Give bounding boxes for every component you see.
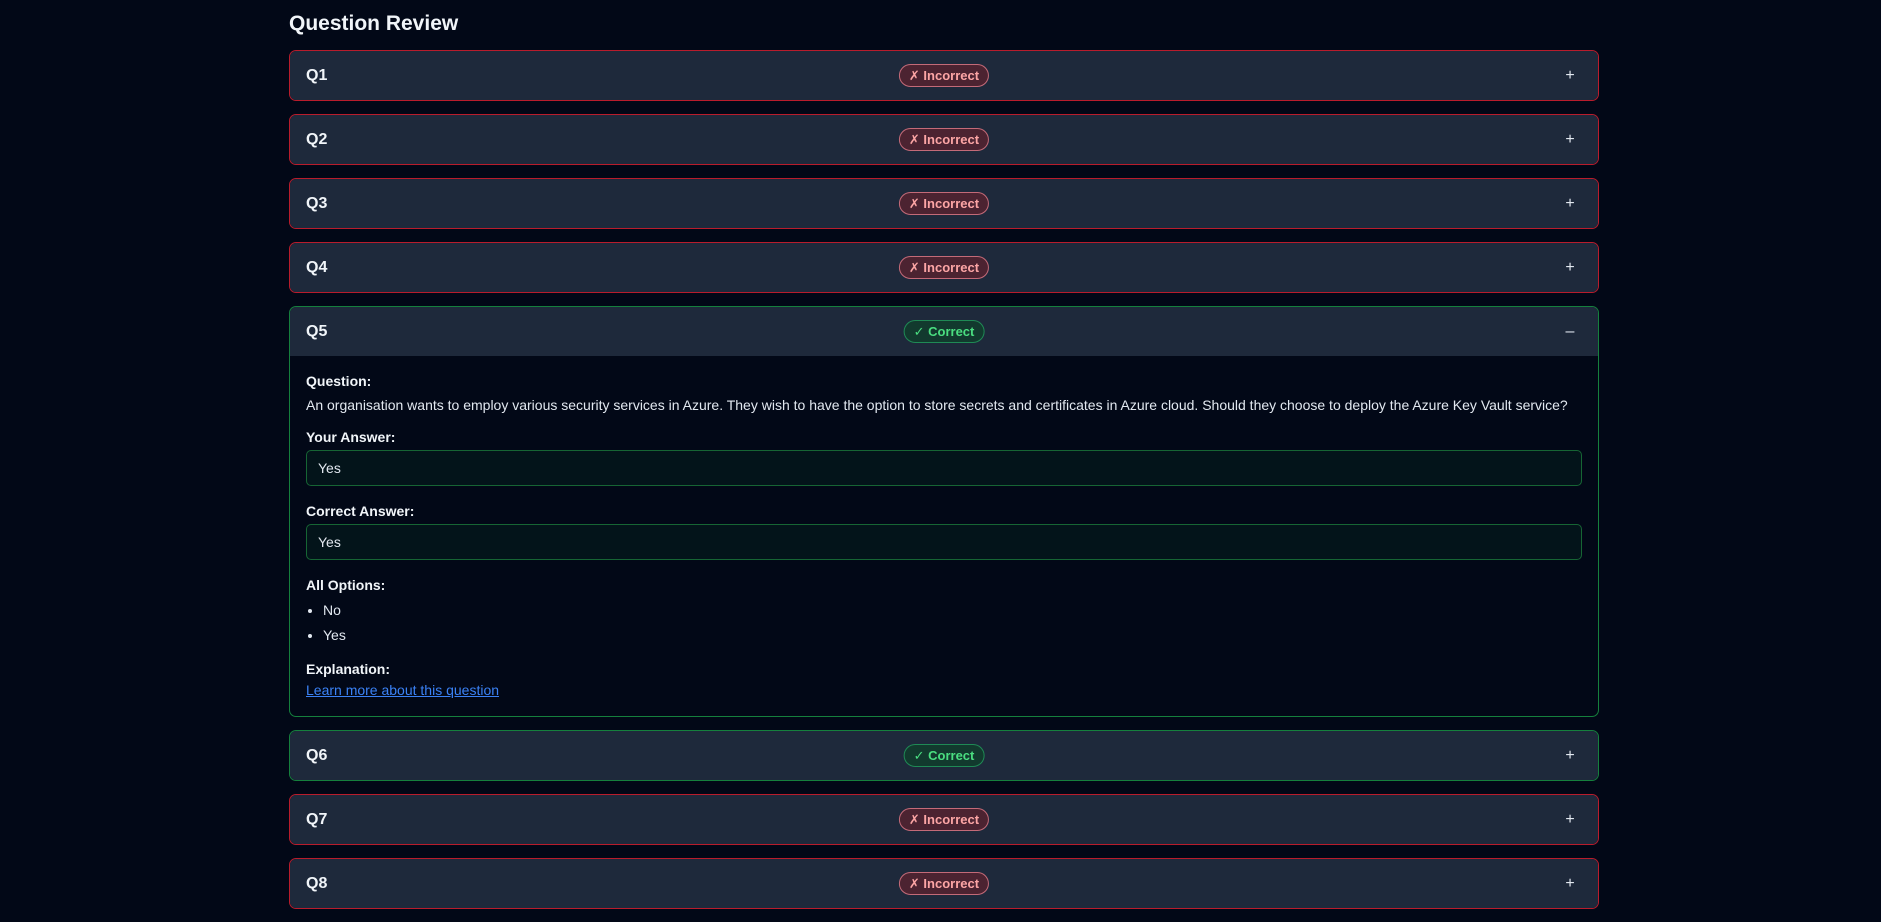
expand-icon[interactable]: + [1562, 195, 1578, 213]
option-item: Yes [323, 623, 1582, 648]
status-badge: ✓ Correct [903, 744, 985, 767]
options-list: NoYes [306, 598, 1582, 648]
question-item-q2: Q2 ✗ Incorrect + [289, 114, 1599, 165]
question-item-q7: Q7 ✗ Incorrect + [289, 794, 1599, 845]
explanation-heading: Explanation: [306, 661, 391, 677]
question-item-q4: Q4 ✗ Incorrect + [289, 242, 1599, 293]
your-answer-heading: Your Answer: [306, 429, 396, 445]
question-item-q5: Q5 ✓ Correct – Question: An organisation wan… [289, 306, 1599, 717]
question-number: Q7 [306, 810, 328, 828]
question-header[interactable]: Q1 ✗ Incorrect + [290, 51, 1598, 100]
status-badge: ✗ Incorrect [898, 256, 990, 279]
page-title: Question Review [289, 12, 459, 35]
expand-icon[interactable]: + [1562, 875, 1578, 893]
status-badge: ✗ Incorrect [898, 872, 990, 895]
question-details: Question: An organisation wants to employ… [290, 356, 1598, 716]
question-header[interactable]: Q7 ✗ Incorrect + [290, 795, 1598, 844]
question-item-q3: Q3 ✗ Incorrect + [289, 178, 1599, 229]
correct-answer-box: Yes [306, 524, 1582, 560]
question-item-q1: Q1 ✗ Incorrect + [289, 50, 1599, 101]
option-item: No [323, 598, 1582, 623]
question-number: Q5 [306, 322, 328, 340]
correct-answer-heading: Correct Answer: [306, 503, 415, 519]
question-header[interactable]: Q3 ✗ Incorrect + [290, 179, 1598, 228]
status-badge: ✓ Correct [903, 320, 985, 343]
all-options-heading: All Options: [306, 577, 386, 593]
question-text: An organisation wants to employ various … [306, 397, 1568, 413]
question-header[interactable]: Q8 ✗ Incorrect + [290, 859, 1598, 908]
expand-icon[interactable]: + [1562, 811, 1578, 829]
question-header[interactable]: Q4 ✗ Incorrect + [290, 243, 1598, 292]
question-number: Q4 [306, 258, 328, 276]
question-number: Q2 [306, 130, 328, 148]
expand-icon[interactable]: + [1562, 747, 1578, 765]
status-badge: ✗ Incorrect [898, 808, 990, 831]
question-header[interactable]: Q5 ✓ Correct – [290, 307, 1598, 356]
question-heading: Question: [306, 373, 372, 389]
question-number: Q8 [306, 874, 328, 892]
collapse-icon[interactable]: – [1562, 323, 1578, 341]
expand-icon[interactable]: + [1562, 259, 1578, 277]
question-list: Q1 ✗ Incorrect + Q2 ✗ Incorrect + Q3 ✗ Incorrec… [289, 50, 1599, 909]
question-header[interactable]: Q6 ✓ Correct + [290, 731, 1598, 780]
status-badge: ✗ Incorrect [898, 64, 990, 87]
question-review-container: Question Review Q1 ✗ Incorrect + Q2 ✗ Incorr… [289, 0, 1599, 922]
question-header[interactable]: Q2 ✗ Incorrect + [290, 115, 1598, 164]
question-number: Q3 [306, 194, 328, 212]
question-item-q8: Q8 ✗ Incorrect + [289, 858, 1599, 909]
question-item-q6: Q6 ✓ Correct + [289, 730, 1599, 781]
question-number: Q1 [306, 66, 328, 84]
expand-icon[interactable]: + [1562, 67, 1578, 85]
your-answer-box: Yes [306, 450, 1582, 486]
status-badge: ✗ Incorrect [898, 192, 990, 215]
status-badge: ✗ Incorrect [898, 128, 990, 151]
learn-more-link[interactable]: Learn more about this question [306, 682, 499, 698]
expand-icon[interactable]: + [1562, 131, 1578, 149]
question-number: Q6 [306, 746, 328, 764]
